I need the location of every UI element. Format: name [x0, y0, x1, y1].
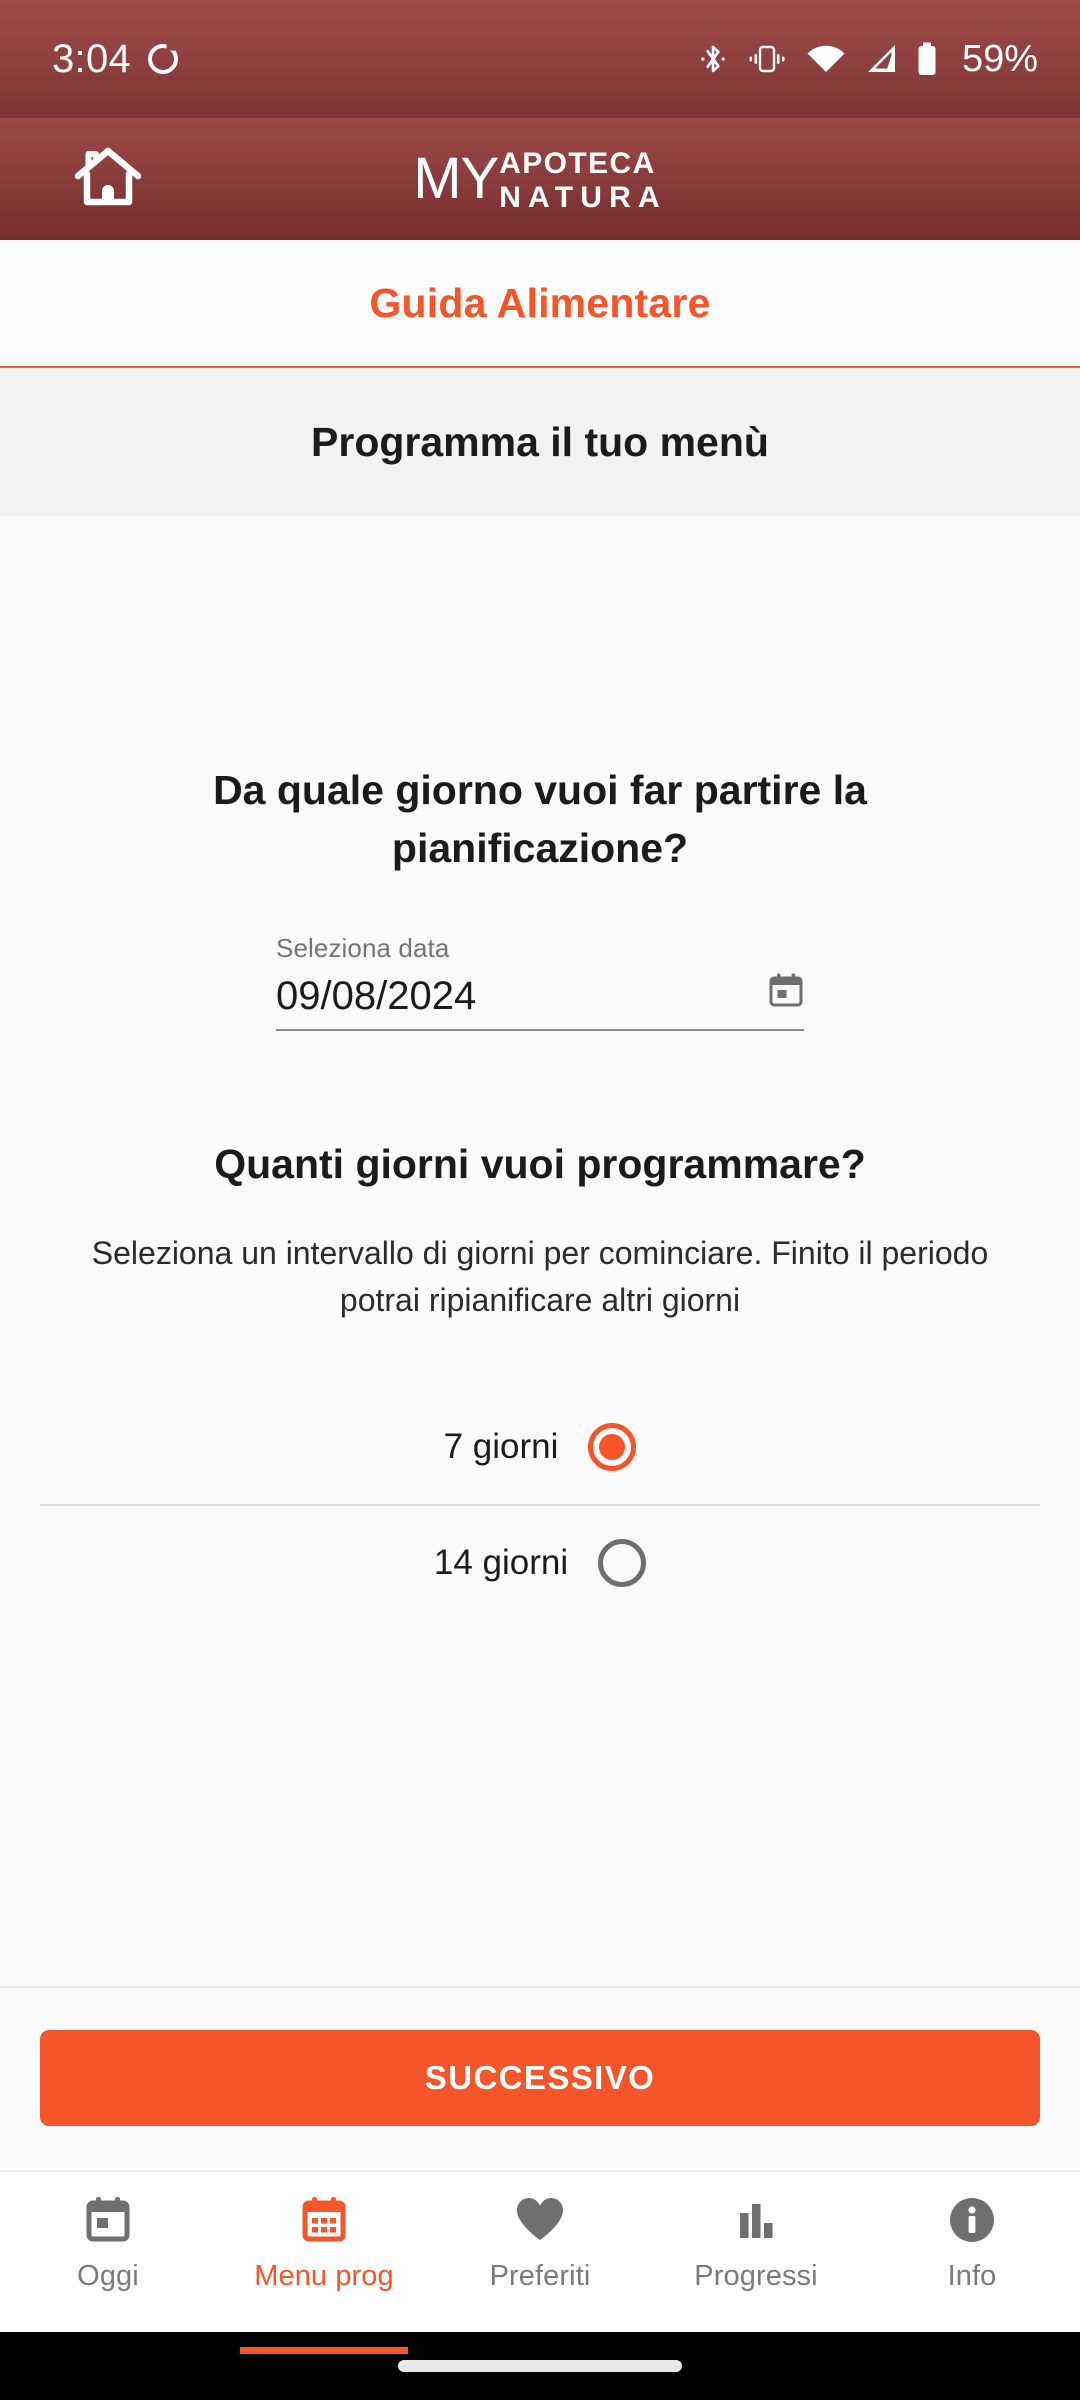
days-option-group: 7 giorni 14 giorni [0, 1397, 1080, 1613]
option-label-14-days: 14 giorni [433, 1543, 569, 1583]
bar-chart-icon [734, 2194, 778, 2246]
vibrate-icon [746, 43, 788, 75]
next-button[interactable]: SUCCESSIVO [40, 2030, 1040, 2126]
system-gesture-bar [0, 2332, 1080, 2400]
nav-item-oggi[interactable]: Oggi [0, 2194, 216, 2332]
rotate-icon [148, 44, 178, 74]
battery-percentage: 59% [961, 38, 1038, 80]
heart-icon [514, 2194, 566, 2246]
status-bar-icons: 59% [698, 40, 1038, 78]
battery-icon [916, 42, 938, 76]
option-row-14-days[interactable]: 14 giorni [0, 1513, 1080, 1613]
option-divider [40, 1504, 1040, 1507]
status-bar: 3:04 59% [0, 0, 1080, 118]
question-start-date: Da quale giorno vuoi far partire la pian… [213, 767, 867, 872]
guide-title-bar: Guida Alimentare [0, 240, 1080, 368]
wifi-icon [806, 43, 846, 75]
logo-natura-text: NATURA [499, 180, 667, 214]
app-logo: MY APOTECA NATURA [413, 146, 667, 213]
app-header: MY APOTECA NATURA [0, 118, 1080, 240]
nav-item-preferiti[interactable]: Preferiti [432, 2194, 648, 2332]
gesture-handle[interactable] [398, 2360, 682, 2372]
date-field-row[interactable]: 09/08/2024 [276, 972, 804, 1032]
calendar-today-icon [85, 2194, 131, 2246]
nav-label-info: Info [947, 2260, 997, 2292]
status-bar-clock: 3:04 [52, 37, 132, 81]
radio-7-days[interactable] [588, 1423, 637, 1472]
nav-item-progressi[interactable]: Progressi [648, 2194, 864, 2332]
date-input[interactable]: 09/08/2024 [276, 975, 476, 1017]
home-button[interactable] [70, 144, 146, 214]
nav-item-menu-prog[interactable]: Menu prog [216, 2194, 432, 2354]
question-helper-text: Seleziona un intervallo di giorni per co… [91, 1235, 989, 1318]
date-field-label: Seleziona data [276, 933, 450, 964]
date-picker-field[interactable]: Seleziona data 09/08/2024 [276, 933, 804, 1032]
section-subtitle: Programma il tuo menù [311, 418, 769, 465]
nav-label-preferiti: Preferiti [489, 2260, 591, 2292]
info-circle-icon [947, 2194, 997, 2246]
cellular-signal-icon [864, 43, 898, 75]
logo-my-text: MY [413, 146, 499, 212]
nav-label-menu-prog: Menu prog [254, 2260, 394, 2292]
logo-brand-text: APOTECA NATURA [499, 146, 667, 213]
nav-item-info[interactable]: Info [864, 2194, 1080, 2332]
logo-apoteca-text: APOTECA [499, 146, 656, 180]
cta-area: SUCCESSIVO [0, 1986, 1080, 2170]
nav-label-oggi: Oggi [77, 2260, 139, 2292]
home-icon [72, 144, 144, 215]
calendar-icon[interactable] [768, 972, 804, 1013]
section-subtitle-bar: Programma il tuo menù [0, 368, 1080, 516]
page-title: Guida Alimentare [369, 279, 711, 326]
bottom-navigation: Oggi Menu prog Preferiti Progressi Info [0, 2170, 1080, 2354]
option-row-7-days[interactable]: 7 giorni [0, 1397, 1080, 1497]
phone-screen: 3:04 59% MY APOTECA NATURA Guida Aliment… [0, 0, 1080, 2400]
nav-label-progressi: Progressi [694, 2260, 818, 2292]
radio-14-days[interactable] [598, 1539, 647, 1588]
nav-active-indicator [240, 2347, 408, 2354]
main-content: Da quale giorno vuoi far partire la pian… [0, 516, 1080, 1986]
question-number-of-days: Quanti giorni vuoi programmare? [214, 1141, 866, 1188]
calendar-grid-icon [301, 2194, 347, 2246]
bluetooth-icon [698, 41, 728, 77]
option-label-7-days: 7 giorni [443, 1427, 559, 1467]
